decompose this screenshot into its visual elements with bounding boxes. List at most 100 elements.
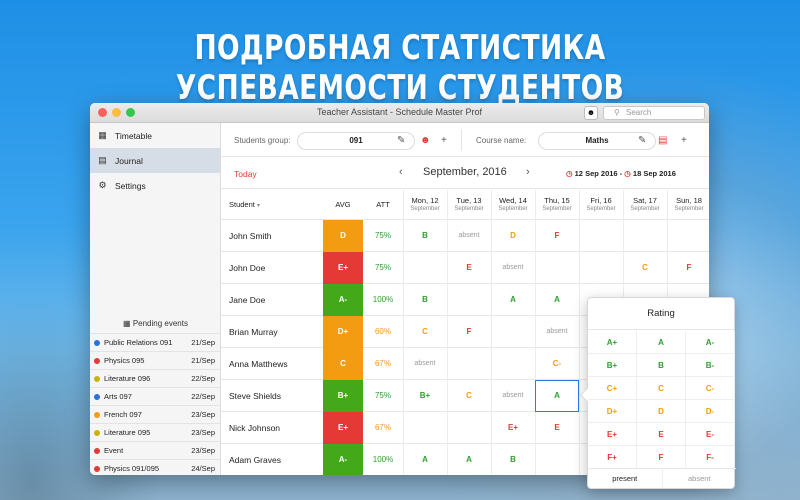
range-to: 18 Sep 2016 — [632, 169, 676, 178]
table-row[interactable]: John Doe E+ 75% Eabsent C F — [221, 252, 709, 284]
rating-option[interactable]: B- — [686, 354, 735, 377]
grade-cell[interactable] — [491, 348, 535, 380]
add-group-icon[interactable]: + — [441, 135, 447, 146]
rating-option[interactable]: A- — [686, 331, 735, 354]
student-header-label: Student — [229, 200, 255, 209]
student-name[interactable]: Brian Murray — [221, 316, 323, 348]
student-column-header[interactable]: Student ▾ — [229, 190, 319, 220]
rating-option[interactable]: B — [637, 354, 686, 377]
add-course-icon[interactable]: + — [681, 135, 687, 146]
student-name[interactable]: Anna Matthews — [221, 348, 323, 380]
rating-option[interactable]: C — [637, 377, 686, 400]
next-month-icon[interactable]: › — [526, 166, 530, 178]
grade-cell[interactable] — [491, 316, 535, 348]
grade-cell[interactable]: absent — [447, 220, 491, 252]
sidebar-item-journal[interactable]: ▤ Journal — [90, 148, 220, 173]
grade-cell[interactable] — [535, 444, 579, 475]
rating-option[interactable]: F — [637, 446, 686, 469]
grade-cell[interactable]: F — [535, 220, 579, 252]
grade-cell[interactable]: C- — [535, 348, 579, 380]
table-row[interactable]: John Smith D 75% Babsent D F — [221, 220, 709, 252]
grade-cell[interactable]: A — [491, 284, 535, 316]
rating-option[interactable]: F+ — [588, 446, 637, 469]
rating-option[interactable]: F- — [686, 446, 735, 469]
grade-cell[interactable]: E — [535, 412, 579, 444]
grade-cell[interactable] — [623, 220, 667, 252]
student-name[interactable]: Jane Doe — [221, 284, 323, 316]
grade-cell[interactable]: E — [447, 252, 491, 284]
grade-cell[interactable]: absent — [403, 348, 447, 380]
grade-cell[interactable]: C — [623, 252, 667, 284]
pending-event-item[interactable]: French 097 23/Sep — [90, 405, 221, 423]
grade-cell[interactable]: B — [403, 220, 447, 252]
grade-cell[interactable]: F — [447, 316, 491, 348]
pending-event-item[interactable]: Physics 095 21/Sep — [90, 351, 221, 369]
day-weekday: Tue, 13 — [456, 196, 482, 205]
grade-cell[interactable] — [579, 220, 623, 252]
grade-cell[interactable]: F — [667, 252, 709, 284]
grade-cell[interactable]: B+ — [403, 380, 447, 412]
rating-option[interactable]: B+ — [588, 354, 637, 377]
rating-option[interactable]: E — [637, 423, 686, 446]
grade-cell[interactable] — [447, 348, 491, 380]
rating-option[interactable]: D+ — [588, 400, 637, 423]
grade-cell[interactable] — [535, 252, 579, 284]
grade-cell[interactable]: C — [403, 316, 447, 348]
student-name[interactable]: Steve Shields — [221, 380, 323, 412]
grade-cell[interactable]: B — [403, 284, 447, 316]
user-icon[interactable]: ☻ — [584, 106, 598, 120]
grade-cell[interactable] — [447, 412, 491, 444]
rating-option[interactable]: C- — [686, 377, 735, 400]
grade-cell[interactable] — [403, 252, 447, 284]
prev-month-icon[interactable]: ‹ — [399, 166, 403, 178]
rating-option[interactable]: A+ — [588, 331, 637, 354]
pending-event-item[interactable]: Event 23/Sep — [90, 441, 221, 459]
student-name[interactable]: John Smith — [221, 220, 323, 252]
grade-cell[interactable]: D — [491, 220, 535, 252]
present-option[interactable]: present — [588, 469, 663, 488]
rating-option[interactable]: A — [637, 331, 686, 354]
book-icon[interactable]: ▤ — [658, 135, 667, 146]
student-name[interactable]: John Doe — [221, 252, 323, 284]
pending-events-list: Public Relations 091 21/Sep Physics 095 21/… — [90, 333, 221, 475]
today-button[interactable]: Today — [234, 169, 257, 179]
students-icon[interactable]: ☻ — [420, 135, 431, 146]
event-date: 24/Sep — [191, 464, 215, 473]
pending-event-item[interactable]: Arts 097 22/Sep — [90, 387, 221, 405]
grade-cell[interactable]: C — [447, 380, 491, 412]
grade-cell[interactable] — [403, 412, 447, 444]
pending-event-item[interactable]: Physics 091/095 24/Sep — [90, 459, 221, 475]
pending-event-item[interactable]: Literature 096 22/Sep — [90, 369, 221, 387]
grade-cell[interactable]: E+ — [491, 412, 535, 444]
rating-option[interactable]: E- — [686, 423, 735, 446]
sidebar-item-timetable[interactable]: ▦ Timetable — [90, 123, 220, 148]
grade-cell[interactable]: B — [491, 444, 535, 475]
grade-cell[interactable] — [667, 220, 709, 252]
grade-cell[interactable]: A — [403, 444, 447, 475]
grade-cell[interactable]: A — [447, 444, 491, 475]
edit-group-icon[interactable]: ✎ — [397, 135, 405, 146]
event-color-dot — [94, 339, 100, 346]
event-date: 21/Sep — [191, 356, 215, 365]
grade-cell[interactable]: A — [535, 284, 579, 316]
search-input[interactable]: ⚲ Search — [603, 106, 705, 120]
student-name[interactable]: Nick Johnson — [221, 412, 323, 444]
rating-option[interactable]: C+ — [588, 377, 637, 400]
student-name[interactable]: Adam Graves — [221, 444, 323, 475]
date-range[interactable]: ◷ 12 Sep 2016 - ◷ 18 Sep 2016 — [566, 169, 676, 178]
grade-cell[interactable]: absent — [491, 252, 535, 284]
edit-course-icon[interactable]: ✎ — [638, 135, 646, 146]
rating-option[interactable]: D — [637, 400, 686, 423]
sidebar-item-settings[interactable]: ⚙ Settings — [90, 173, 220, 198]
grade-cell[interactable]: absent — [491, 380, 535, 412]
journal-icon: ▤ — [98, 155, 107, 165]
grade-cell[interactable]: absent — [535, 316, 579, 348]
pending-event-item[interactable]: Public Relations 091 21/Sep — [90, 333, 221, 351]
grade-cell[interactable] — [447, 284, 491, 316]
absent-option[interactable]: absent — [663, 469, 737, 488]
pending-event-item[interactable]: Literature 095 23/Sep — [90, 423, 221, 441]
rating-option[interactable]: D- — [686, 400, 735, 423]
filter-divider — [461, 129, 462, 151]
grade-cell[interactable] — [579, 252, 623, 284]
rating-option[interactable]: E+ — [588, 423, 637, 446]
